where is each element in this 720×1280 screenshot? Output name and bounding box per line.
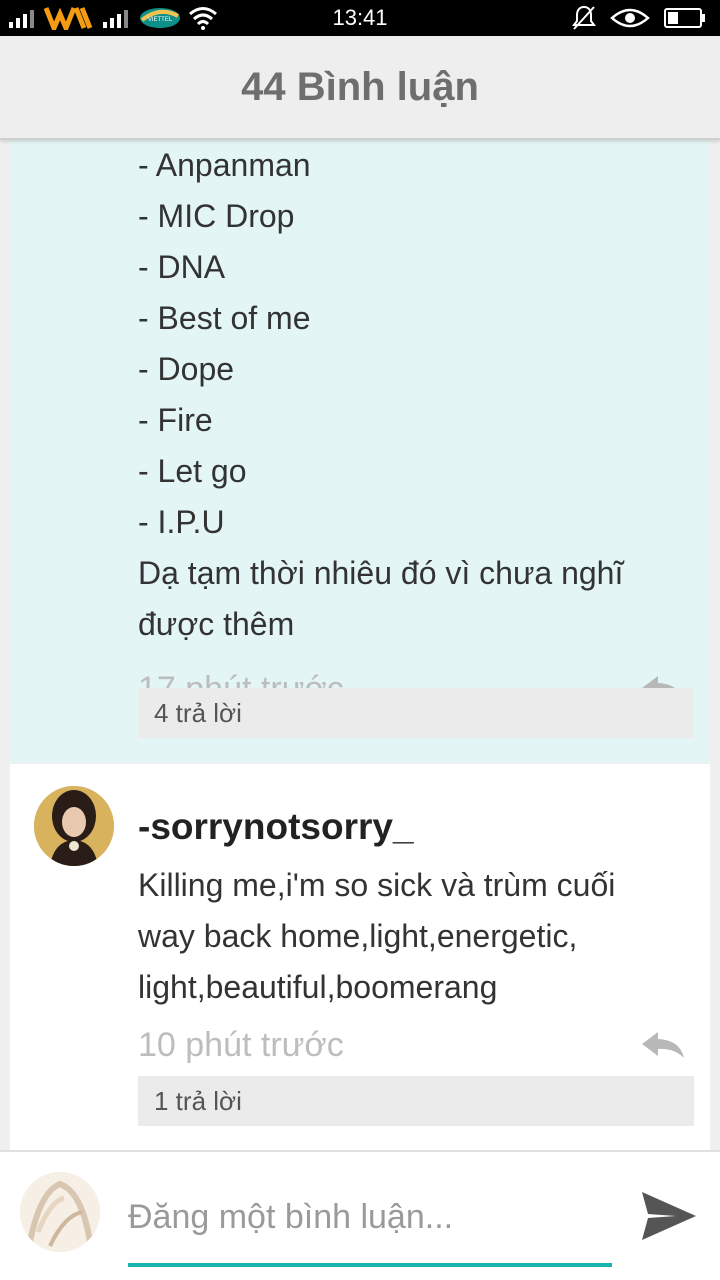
view-replies-button[interactable]: 4 trả lời — [138, 688, 694, 738]
comment-line: được thêm — [138, 606, 295, 642]
comment-line: - MIC Drop — [138, 198, 295, 234]
avatar[interactable] — [34, 786, 114, 866]
comment-line: - Anpanman — [138, 147, 311, 183]
comment-line: - I.P.U — [138, 504, 225, 540]
comment-line: - Best of me — [138, 300, 311, 336]
comment-username[interactable]: -sorrynotsorry_ — [138, 806, 414, 848]
replies-count-label: 1 trả lời — [154, 1085, 242, 1116]
comment-body: Killing me,i'm so sick và trùm cuối way … — [138, 860, 698, 1013]
comment-line: - Fire — [138, 402, 213, 438]
comment-item-highlighted[interactable]: - Anpanman - MIC Drop - DNA - Best of me… — [10, 140, 710, 762]
comment-line: light,beautiful,boomerang — [138, 969, 498, 1005]
comment-body: - Anpanman - MIC Drop - DNA - Best of me… — [138, 140, 698, 650]
comment-line: - Dope — [138, 351, 235, 387]
comments-header: 44 Bình luận — [0, 36, 720, 140]
eye-icon — [610, 8, 650, 28]
send-icon[interactable] — [640, 1190, 698, 1242]
mute-icon — [572, 5, 596, 30]
comment-line: - DNA — [138, 249, 226, 285]
comment-input[interactable] — [128, 1192, 612, 1242]
avatar-image — [34, 786, 114, 866]
comment-list[interactable]: - Anpanman - MIC Drop - DNA - Best of me… — [0, 140, 720, 1150]
comment-timestamp: 10 phút trước — [138, 1026, 344, 1064]
user-avatar[interactable] — [20, 1172, 100, 1252]
user-avatar-image — [20, 1172, 100, 1252]
battery-icon — [664, 8, 705, 28]
view-replies-button[interactable]: 1 trả lời — [138, 1076, 694, 1126]
comment-item[interactable]: -sorrynotsorry_ Killing me,i'm so sick v… — [10, 764, 710, 1150]
comment-line: Killing me,i'm so sick và trùm cuối — [138, 867, 616, 903]
reply-icon[interactable] — [640, 1030, 686, 1060]
comment-line: Dạ tạm thời nhiêu đó vì chưa nghĩ — [138, 555, 624, 591]
status-bar: VIETTEL 13:41 — [0, 0, 720, 36]
page-title: 44 Bình luận — [241, 64, 479, 109]
status-right-group — [572, 4, 706, 32]
comment-line: - Let go — [138, 453, 247, 489]
comment-composer — [0, 1150, 720, 1280]
replies-count-label: 4 trả lời — [154, 697, 242, 728]
input-underline — [128, 1263, 612, 1267]
comment-line: way back home,light,energetic, — [138, 918, 578, 954]
